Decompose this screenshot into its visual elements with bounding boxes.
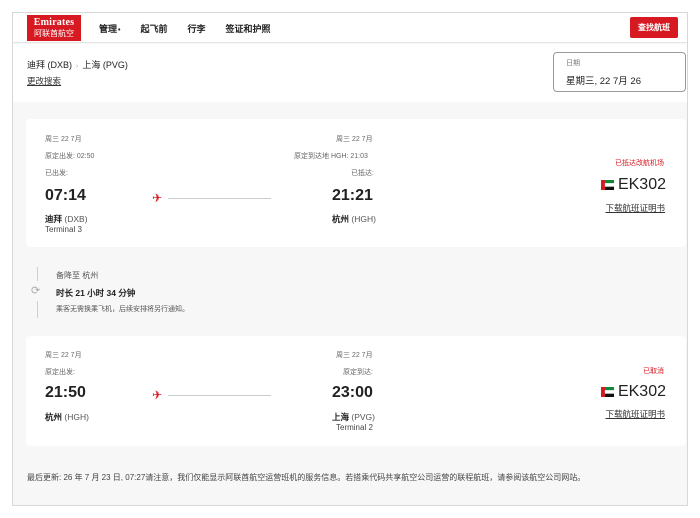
emirates-flag-icon bbox=[600, 387, 614, 397]
airplane-icon: ✈ bbox=[152, 388, 163, 402]
flight-segment-card: 周三 22 7月 原定出发: 02:50 已出发: 07:14 迪拜 (DXB)… bbox=[26, 119, 686, 247]
chevron-right-icon: › bbox=[76, 63, 79, 70]
date-value: 星期三, 22 7月 26 bbox=[566, 76, 641, 87]
diverted-to: 备降至 杭州 bbox=[56, 271, 99, 280]
status-badge: 已取消 bbox=[643, 368, 664, 375]
page-frame: Emirates 阿联酋航空 管理• 起飞前 行李 签证和护照 查找航班 迪拜 … bbox=[12, 12, 688, 506]
last-updated: 最后更新: 26 年 7 月 23 日, 07:27 bbox=[27, 473, 146, 482]
main-nav: 管理• 起飞前 行李 签证和护照 bbox=[99, 13, 271, 43]
nav-item-manage[interactable]: 管理• bbox=[99, 22, 120, 35]
footer-note: 最后更新: 26 年 7 月 23 日, 07:27请注意，我们仅能显示阿联酋航… bbox=[27, 472, 585, 483]
departure-terminal: Terminal 3 bbox=[45, 225, 82, 234]
arrival-time: 23:00 bbox=[332, 384, 373, 401]
airplane-icon: ✈ bbox=[152, 191, 163, 205]
arrival-time: 21:21 bbox=[332, 187, 373, 204]
flight-segment-card: 周三 22 7月 原定出发: 21:50 杭州 (HGH) ✈ 周三 22 7月… bbox=[26, 336, 686, 446]
departure-city: 迪拜 (DXB) bbox=[45, 214, 88, 224]
modify-search-link[interactable]: 更改搜索 bbox=[27, 75, 61, 87]
route-summary: 迪拜 (DXB) › 上海 (PVG) bbox=[27, 58, 128, 71]
codeshare-notice: 请注意，我们仅能显示阿联酋航空运营班机的服务信息。若搭乘代码共享航空公司运营的联… bbox=[145, 473, 586, 482]
logo-text-en: Emirates bbox=[33, 17, 75, 28]
destination-label: 上海 (PVG) bbox=[82, 60, 128, 70]
origin-label: 迪拜 (DXB) bbox=[27, 60, 73, 70]
departure-time: 21:50 bbox=[45, 384, 86, 401]
arrival-city: 杭州 (HGH) bbox=[332, 214, 376, 224]
search-summary: 迪拜 (DXB) › 上海 (PVG) 更改搜索 日期 星期三, 22 7月 26 bbox=[13, 44, 687, 102]
logo-text-cn: 阿联酋航空 bbox=[34, 29, 74, 38]
emirates-flag-icon bbox=[600, 180, 614, 190]
status-badge: 已抵达改航机场 bbox=[615, 160, 664, 167]
arrival-date: 周三 22 7月 bbox=[336, 136, 373, 143]
find-flight-button[interactable]: 查找航班 bbox=[630, 17, 678, 38]
arrival-date: 周三 22 7月 bbox=[336, 352, 373, 359]
flight-number: EK302 bbox=[600, 176, 666, 194]
nav-item-visa-passport[interactable]: 签证和护照 bbox=[226, 22, 271, 35]
arrival-terminal: Terminal 2 bbox=[336, 423, 373, 432]
arrival-status: 已抵达: bbox=[351, 170, 374, 177]
date-selector[interactable]: 日期 星期三, 22 7月 26 bbox=[553, 52, 686, 92]
timeline-line bbox=[37, 267, 38, 281]
flight-number: EK302 bbox=[600, 383, 666, 401]
diversion-info: ⟳ 备降至 杭州 时长 21 小时 34 分钟 乘客无需换乘飞机，后续安排将另行… bbox=[27, 265, 527, 320]
timeline-line bbox=[37, 301, 38, 318]
diversion-duration: 时长 21 小时 34 分钟 bbox=[56, 288, 136, 298]
departure-date: 周三 22 7月 bbox=[45, 136, 82, 143]
arrival-scheduled: 原定到达地 HGH: 21:03 bbox=[294, 153, 368, 160]
clock-icon: ⟳ bbox=[31, 285, 41, 297]
diversion-note: 乘客无需换乘飞机，后续安排将另行通知。 bbox=[56, 306, 189, 313]
route-line bbox=[168, 395, 271, 396]
departure-date: 周三 22 7月 bbox=[45, 352, 82, 359]
emirates-logo[interactable]: Emirates 阿联酋航空 bbox=[27, 15, 81, 41]
departure-time: 07:14 bbox=[45, 187, 86, 204]
download-certificate-link[interactable]: 下载航班证明书 bbox=[605, 408, 665, 420]
arrival-city: 上海 (PVG) bbox=[332, 412, 376, 422]
departure-status: 已出发: bbox=[45, 170, 68, 177]
departure-scheduled: 原定出发: 02:50 bbox=[45, 153, 95, 160]
arrival-scheduled: 原定到达: bbox=[343, 369, 373, 376]
dropdown-dot-icon: • bbox=[118, 26, 121, 34]
nav-item-baggage[interactable]: 行李 bbox=[187, 22, 205, 35]
top-header: Emirates 阿联酋航空 管理• 起飞前 行李 签证和护照 查找航班 bbox=[13, 13, 687, 43]
departure-city: 杭州 (HGH) bbox=[45, 412, 89, 422]
date-label: 日期 bbox=[566, 60, 580, 67]
route-line bbox=[168, 198, 271, 199]
download-certificate-link[interactable]: 下载航班证明书 bbox=[605, 202, 665, 214]
departure-scheduled: 原定出发: bbox=[45, 369, 75, 376]
nav-item-before-you-fly[interactable]: 起飞前 bbox=[140, 22, 167, 35]
